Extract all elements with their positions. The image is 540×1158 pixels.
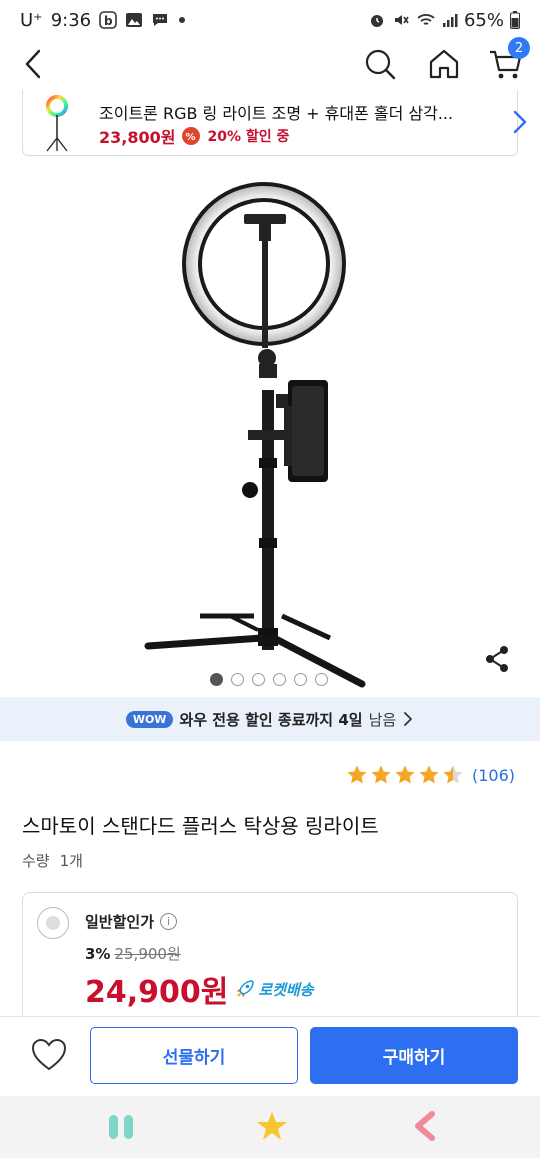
home-star-icon[interactable] [256, 1110, 288, 1142]
battery-icon [510, 11, 520, 29]
signal-icon [442, 12, 458, 28]
gallery-icon [125, 11, 143, 29]
quantity-value: 1개 [59, 852, 83, 870]
back-nav-icon[interactable] [410, 1110, 440, 1142]
carrier-label: U⁺ [20, 9, 43, 31]
status-bar: U⁺ 9:36 b 65% [0, 0, 540, 40]
related-product-price: 23,800원 [99, 128, 176, 147]
original-price: 25,900원 [114, 945, 181, 963]
discount-rate: 3% [85, 944, 111, 963]
pagination-dot[interactable] [294, 673, 307, 686]
star-rating [346, 764, 464, 786]
search-icon [365, 49, 396, 80]
chevron-right-icon [513, 110, 527, 134]
ring-light-thumbnail [46, 95, 68, 152]
wifi-icon [416, 11, 436, 29]
pagination-dot[interactable] [252, 673, 265, 686]
alarm-icon [368, 11, 386, 29]
product-title: 스마토이 스탠다드 플러스 탁상용 링라이트 [22, 814, 379, 838]
image-pagination [210, 673, 328, 686]
option-label: 일반할인가 [85, 913, 155, 931]
cart-count-badge: 2 [508, 37, 530, 59]
pagination-dot[interactable] [273, 673, 286, 686]
wow-remain-text: 남음 [368, 710, 397, 729]
rocket-icon [237, 980, 255, 997]
discount-badge-icon: % [182, 127, 201, 145]
home-button[interactable] [426, 46, 462, 82]
top-navigation [0, 40, 540, 88]
option-radio[interactable] [37, 907, 69, 939]
svg-text:%: % [186, 132, 196, 143]
quantity-label: 수량 [22, 852, 50, 870]
product-rating[interactable]: (106) [346, 764, 515, 786]
mute-icon [392, 11, 410, 29]
notification-dot-icon [177, 15, 187, 25]
related-product-title: 조이트론 RGB 링 라이트 조명 + 휴대폰 홀더 삼각... [99, 104, 454, 123]
pagination-dot[interactable] [315, 673, 328, 686]
home-icon [429, 49, 459, 79]
wow-discount-banner[interactable]: WOW 와우 전용 할인 종료까지 4일 남음 [0, 697, 540, 741]
gift-button[interactable]: 선물하기 [90, 1027, 298, 1084]
system-navigation-bar [0, 1096, 540, 1158]
message-icon [151, 11, 169, 29]
purchase-bar: 선물하기 구매하기 [0, 1016, 540, 1096]
quantity-row: 수량 1개 [22, 850, 83, 871]
star-icon [443, 765, 463, 784]
chevron-right-icon [404, 712, 413, 726]
pagination-dot[interactable] [210, 673, 223, 686]
price-option-card[interactable]: 일반할인가 i 3% 25,900원 24,900원 로켓배송 [22, 892, 518, 1032]
star-icon [347, 765, 367, 784]
sale-price: 24,900원 [85, 975, 229, 1010]
related-discount-text: 20% 할인 중 [207, 129, 290, 145]
back-button[interactable] [18, 46, 48, 82]
svg-text:b: b [104, 14, 113, 28]
clock: 9:36 [50, 9, 92, 31]
related-product-card[interactable]: 조이트론 RGB 링 라이트 조명 + 휴대폰 홀더 삼각... 23,800원… [22, 90, 527, 156]
star-icon [371, 765, 391, 784]
wishlist-heart-icon[interactable] [30, 1037, 68, 1073]
share-icon[interactable] [482, 644, 512, 674]
wow-discount-text: 와우 전용 할인 종료까지 4일 [179, 710, 363, 729]
wow-badge: WOW [125, 710, 174, 728]
buy-button[interactable]: 구매하기 [310, 1027, 518, 1084]
rocket-delivery-label: 로켓배송 [258, 980, 314, 999]
recent-apps-icon[interactable] [106, 1112, 136, 1142]
star-icon [419, 765, 439, 784]
pagination-dot[interactable] [231, 673, 244, 686]
battery-percent: 65% [463, 9, 504, 31]
back-arrow-icon [25, 49, 41, 79]
review-count[interactable]: (106) [472, 766, 515, 785]
search-button[interactable] [362, 46, 398, 82]
star-icon [395, 765, 415, 784]
app-b-icon: b [99, 11, 117, 29]
product-image[interactable] [0, 168, 540, 696]
info-icon[interactable]: i [160, 913, 178, 930]
